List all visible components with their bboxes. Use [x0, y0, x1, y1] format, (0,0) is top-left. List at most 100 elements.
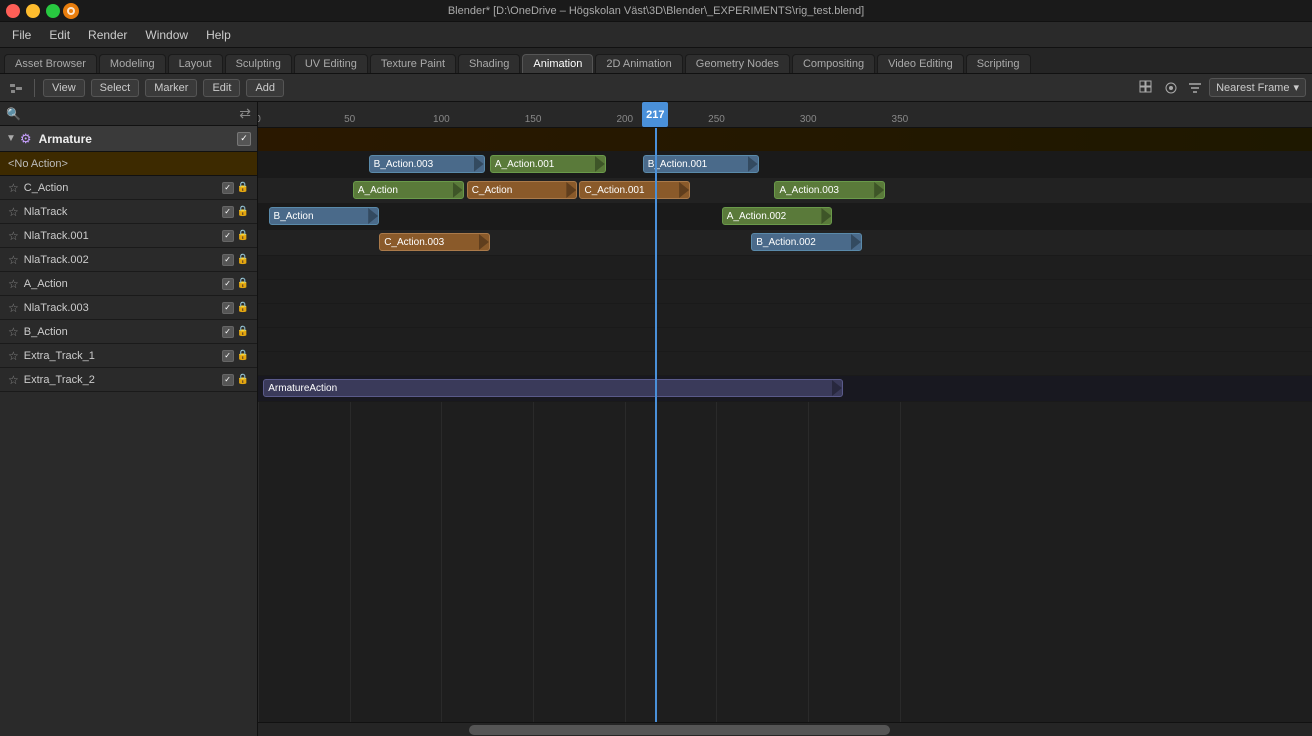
armature-checkbox[interactable]: [237, 132, 251, 146]
add-menu[interactable]: Add: [246, 79, 284, 97]
timeline-row-nla001: B_Action A_Action.002: [258, 204, 1312, 230]
strip-c-action[interactable]: C_Action: [467, 181, 578, 199]
tab-texture-paint[interactable]: Texture Paint: [370, 54, 456, 73]
tab-scripting[interactable]: Scripting: [966, 54, 1031, 73]
maximize-button[interactable]: [46, 4, 60, 18]
tab-uv-editing[interactable]: UV Editing: [294, 54, 368, 73]
strip-b-action-001[interactable]: B_Action.001: [643, 155, 759, 173]
track-row-c-action[interactable]: ☆ C_Action 🔒: [0, 176, 257, 200]
track-row-a-action[interactable]: ☆ A_Action 🔒: [0, 272, 257, 296]
strip-a-action-003[interactable]: A_Action.003: [774, 181, 885, 199]
star-icon-nla[interactable]: ☆: [8, 205, 19, 219]
tab-animation[interactable]: Animation: [522, 54, 593, 73]
h-scrollbar[interactable]: [258, 722, 1312, 736]
ruler-mark-50: 50: [344, 114, 355, 125]
star-icon-b-action[interactable]: ☆: [8, 325, 19, 339]
menu-help[interactable]: Help: [198, 26, 239, 44]
track-row-nla[interactable]: ☆ NlaTrack 🔒: [0, 200, 257, 224]
menu-edit[interactable]: Edit: [41, 26, 78, 44]
menu-window[interactable]: Window: [137, 26, 196, 44]
view-menu[interactable]: View: [43, 79, 85, 97]
tab-geometry-nodes[interactable]: Geometry Nodes: [685, 54, 790, 73]
star-icon-nla001[interactable]: ☆: [8, 229, 19, 243]
star-icon-extra1[interactable]: ☆: [8, 349, 19, 363]
lock-icon-nla[interactable]: 🔒: [237, 206, 249, 217]
star-icon-nla003[interactable]: ☆: [8, 301, 19, 315]
main-area: 🔍 ⇄ ▼ ⚙ Armature <No Action> ☆ C_Action …: [0, 102, 1312, 736]
strip-b-action-003[interactable]: B_Action.003: [369, 155, 485, 173]
lock-icon-b-action[interactable]: 🔒: [237, 326, 249, 337]
track-checkbox-b-action[interactable]: [222, 326, 234, 338]
lock-icon-c-action[interactable]: 🔒: [237, 182, 249, 193]
edit-menu[interactable]: Edit: [203, 79, 240, 97]
tab-sculpting[interactable]: Sculpting: [225, 54, 292, 73]
track-checkbox-nla002[interactable]: [222, 254, 234, 266]
tracks-area[interactable]: B_Action.003 A_Action.001 B_Action.001 A…: [258, 128, 1312, 722]
snap-label: Nearest Frame: [1216, 82, 1289, 94]
tab-shading[interactable]: Shading: [458, 54, 520, 73]
menu-render[interactable]: Render: [80, 26, 135, 44]
marker-menu[interactable]: Marker: [145, 79, 197, 97]
ruler-mark-100: 100: [433, 114, 450, 125]
no-action-row: <No Action>: [0, 152, 257, 176]
lock-icon-nla003[interactable]: 🔒: [237, 302, 249, 313]
lock-icon-a-action[interactable]: 🔒: [237, 278, 249, 289]
star-icon-a-action[interactable]: ☆: [8, 277, 19, 291]
armature-toggle[interactable]: ▼: [6, 133, 16, 144]
track-checkbox-nla001[interactable]: [222, 230, 234, 242]
track-checkbox-extra2[interactable]: [222, 374, 234, 386]
strip-a-action[interactable]: A_Action: [353, 181, 464, 199]
editor-type-icon[interactable]: [6, 78, 26, 98]
search-input[interactable]: [25, 108, 235, 120]
chevron-down-icon: ▾: [1293, 81, 1299, 94]
track-checkbox-c-action[interactable]: [222, 182, 234, 194]
menu-bar: File Edit Render Window Help: [0, 22, 1312, 48]
tab-video-editing[interactable]: Video Editing: [877, 54, 964, 73]
select-menu[interactable]: Select: [91, 79, 140, 97]
strip-b-action-002[interactable]: B_Action.002: [751, 233, 862, 251]
track-row-nla002[interactable]: ☆ NlaTrack.002 🔒: [0, 248, 257, 272]
track-checkbox-nla[interactable]: [222, 206, 234, 218]
minimize-button[interactable]: [26, 4, 40, 18]
lock-icon-nla002[interactable]: 🔒: [237, 254, 249, 265]
tab-modeling[interactable]: Modeling: [99, 54, 166, 73]
lock-icon-extra2[interactable]: 🔒: [237, 374, 249, 385]
snap-to-icon[interactable]: [1161, 78, 1181, 98]
track-checkbox-a-action[interactable]: [222, 278, 234, 290]
armature-name: Armature: [39, 132, 92, 146]
timeline-row-nla: A_Action C_Action C_Action.001 A_Action.…: [258, 178, 1312, 204]
tab-2d-animation[interactable]: 2D Animation: [595, 54, 682, 73]
track-checkbox-nla003[interactable]: [222, 302, 234, 314]
sidebar: 🔍 ⇄ ▼ ⚙ Armature <No Action> ☆ C_Action …: [0, 102, 258, 736]
armature-header: ▼ ⚙ Armature: [0, 126, 257, 152]
tab-asset-browser[interactable]: Asset Browser: [4, 54, 97, 73]
lock-icon-extra1[interactable]: 🔒: [237, 350, 249, 361]
filter-icon[interactable]: [1185, 78, 1205, 98]
track-row-nla003[interactable]: ☆ NlaTrack.003 🔒: [0, 296, 257, 320]
tab-layout[interactable]: Layout: [168, 54, 223, 73]
timeline-ruler[interactable]: 0 50 100 150 200 250 300 350 217: [258, 102, 1312, 128]
strip-a-action-001[interactable]: A_Action.001: [490, 155, 606, 173]
track-row-b-action[interactable]: ☆ B_Action 🔒: [0, 320, 257, 344]
close-button[interactable]: [6, 4, 20, 18]
strip-a-action-002[interactable]: A_Action.002: [722, 207, 833, 225]
track-row-nla001[interactable]: ☆ NlaTrack.001 🔒: [0, 224, 257, 248]
lock-icon-nla001[interactable]: 🔒: [237, 230, 249, 241]
star-icon-extra2[interactable]: ☆: [8, 373, 19, 387]
track-row-extra2[interactable]: ☆ Extra_Track_2 🔒: [0, 368, 257, 392]
armature-icon: ⚙: [20, 131, 32, 147]
star-icon-nla002[interactable]: ☆: [8, 253, 19, 267]
strip-b-action[interactable]: B_Action: [269, 207, 380, 225]
strip-armature-action[interactable]: ArmatureAction: [263, 379, 843, 397]
h-scrollbar-thumb[interactable]: [469, 725, 891, 735]
strip-c-action-001[interactable]: C_Action.001: [579, 181, 690, 199]
track-checkbox-extra1[interactable]: [222, 350, 234, 362]
track-row-extra1[interactable]: ☆ Extra_Track_1 🔒: [0, 344, 257, 368]
tab-compositing[interactable]: Compositing: [792, 54, 875, 73]
snap-dropdown[interactable]: Nearest Frame ▾: [1209, 78, 1306, 97]
current-frame-indicator[interactable]: 217: [642, 102, 668, 127]
snap-grid-icon[interactable]: [1137, 78, 1157, 98]
star-icon-c-action[interactable]: ☆: [8, 181, 19, 195]
menu-file[interactable]: File: [4, 26, 39, 44]
strip-c-action-003[interactable]: C_Action.003: [379, 233, 490, 251]
